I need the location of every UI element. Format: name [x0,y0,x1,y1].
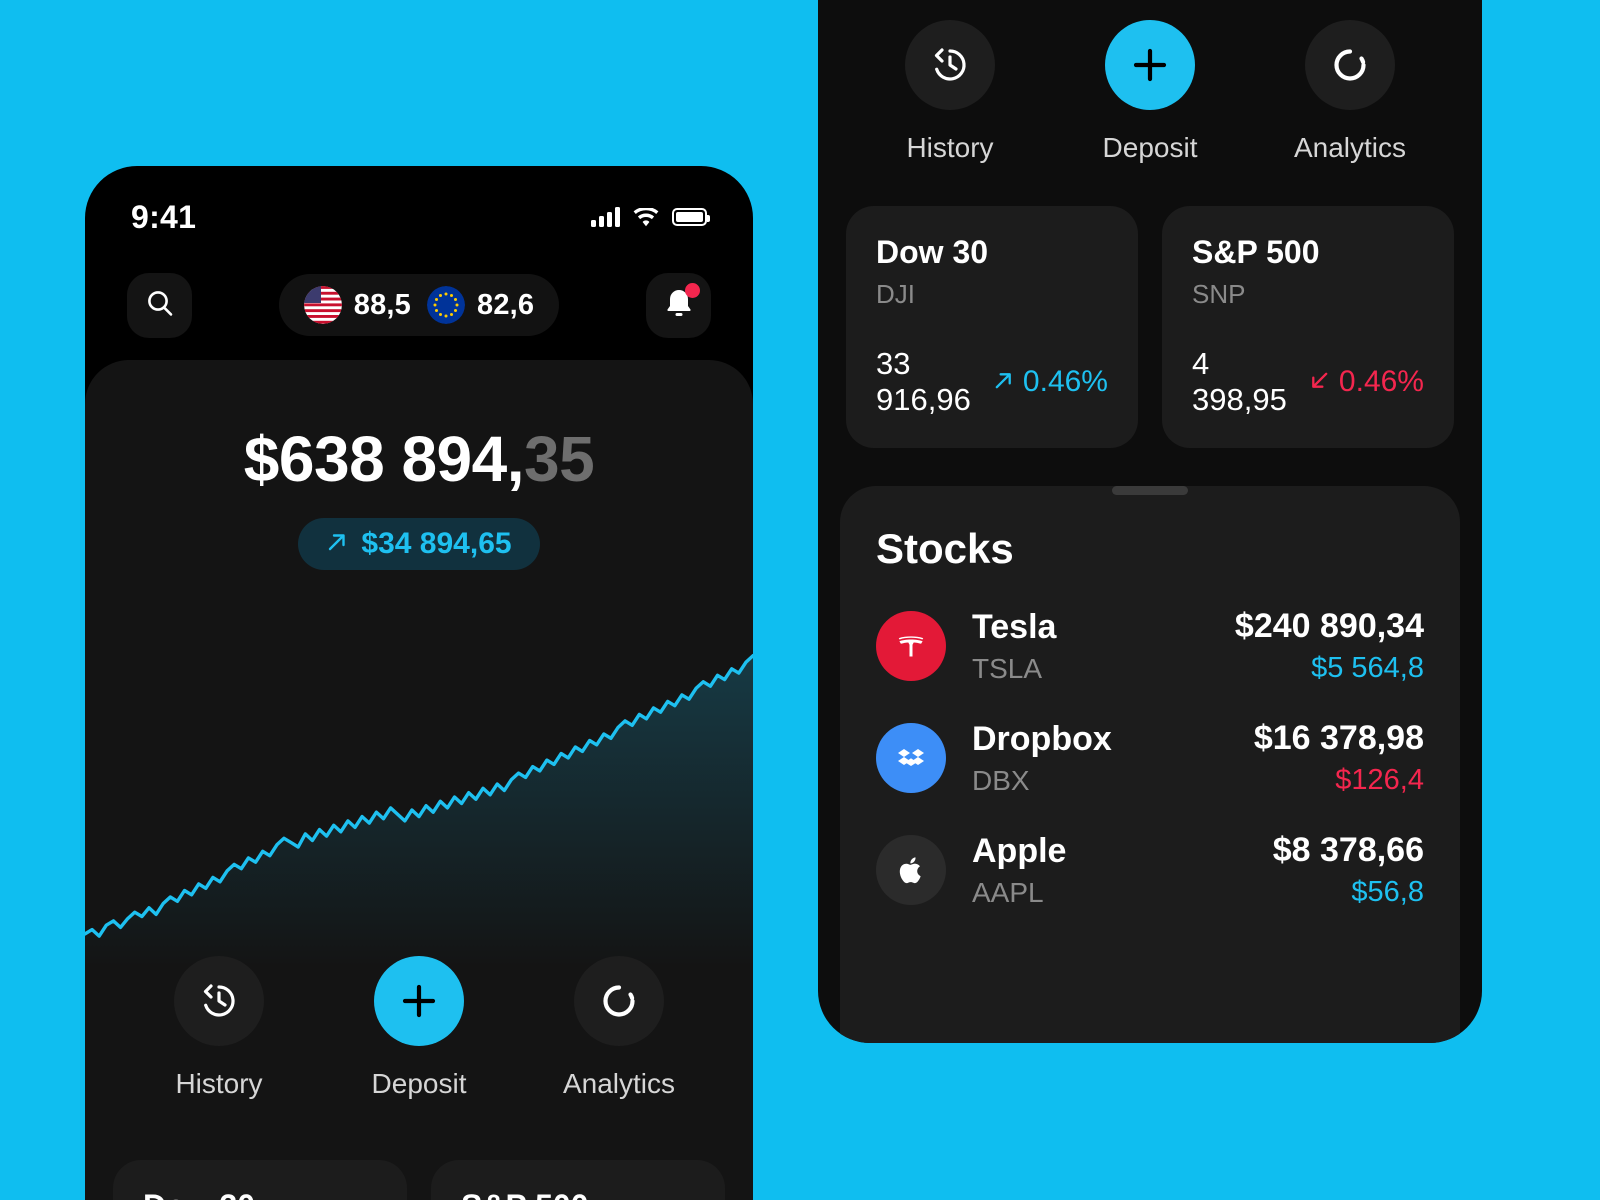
index-name: S&P 500 [1192,234,1320,270]
action-analytics[interactable]: Analytics [1284,20,1416,164]
action-deposit[interactable]: Deposit [1084,20,1216,164]
index-change-value: 0.46% [1338,365,1424,398]
stock-ticker: DBX [972,764,1030,796]
stocks-sheet: Stocks Tesla TSLA $240 890,34 $5 564,8 D… [840,486,1460,1043]
dropbox-logo-icon [876,723,946,793]
action-history[interactable]: History [153,956,285,1100]
index-card-sp500[interactable]: S&P 500 SNP 4 398,95 0.46% [431,1160,725,1200]
plus-icon [374,956,464,1046]
arrow-up-right-icon [326,527,348,561]
donut-chart-icon [1305,20,1395,110]
index-ticker: DJI [876,279,915,309]
stock-delta: $56,8 [1351,876,1424,908]
action-label: History [906,132,994,163]
history-clock-icon [905,20,995,110]
index-cards-right: Dow 30 DJI 33 916,96 0.46% S&P 500 SNP 4 [818,206,1482,448]
stock-ticker: AAPL [972,876,1044,908]
stock-delta: $126,4 [1335,764,1424,796]
index-value: 4 398,95 [1192,346,1287,417]
status-bar-time: 9:41 [131,198,197,235]
status-bar-icons [591,207,710,227]
action-history[interactable]: History [884,20,1016,164]
quick-actions: History Deposit Analytics [85,956,753,1100]
tesla-logo-icon [876,611,946,681]
action-label: History [175,1068,263,1099]
action-label: Deposit [371,1068,467,1099]
search-icon [145,288,175,323]
us-flag-icon [303,286,342,324]
list-item[interactable]: Dropbox DBX $16 378,98 $126,4 [876,719,1424,797]
list-item[interactable]: Tesla TSLA $240 890,34 $5 564,8 [876,607,1424,685]
phone-screen-right: History Deposit Analytics Dow 30 DJI 33 … [818,0,1482,1043]
index-name: S&P 500 [461,1188,695,1200]
rate-value: 88,5 [353,288,411,321]
apple-logo-icon [876,835,946,905]
rate-value: 82,6 [477,288,535,321]
history-clock-icon [174,956,264,1046]
notification-badge [685,282,700,298]
search-button[interactable] [127,272,192,338]
sheet-drag-handle[interactable] [1112,486,1188,495]
index-name: Dow 30 [143,1188,377,1200]
cellular-signal-icon [591,207,620,227]
index-value: 33 916,96 [876,346,971,417]
balance-cents: 35 [524,423,595,495]
index-change-value: 0.46% [1022,365,1108,398]
balance-chart [85,628,753,968]
stock-price: $240 890,34 [1234,607,1424,645]
stock-name: Tesla [972,607,1057,646]
stock-delta: $5 564,8 [1311,652,1424,684]
index-change: 0.46% [993,365,1108,399]
arrow-down-left-icon [1309,365,1330,399]
index-change: 0.46% [1309,365,1424,399]
balance-amount: $638 894,35 [85,422,753,496]
rate-item: 82,6 [427,286,534,324]
stock-price: $8 378,66 [1272,831,1424,869]
index-ticker: SNP [1192,279,1246,309]
list-item[interactable]: Apple AAPL $8 378,66 $56,8 [876,831,1424,909]
currency-rates-pill[interactable]: 88,5 82,6 [278,274,560,336]
balance-change-chip[interactable]: $34 894,65 [298,518,540,570]
wifi-icon [633,207,659,227]
index-card-sp500[interactable]: S&P 500 SNP 4 398,95 0.46% [1162,206,1454,448]
stock-price: $16 378,98 [1253,719,1424,757]
battery-icon [672,208,710,226]
stock-name: Apple [972,831,1067,870]
balance-whole: $638 894, [243,423,525,495]
sheet-title: Stocks [876,525,1014,572]
arrow-up-right-icon [993,365,1014,399]
index-card-dow30[interactable]: Dow 30 DJI 33 916,96 0.46% [113,1160,407,1200]
plus-icon [1105,20,1195,110]
app-header: 88,5 82,6 [85,262,753,348]
stock-ticker: TSLA [972,652,1043,684]
action-label: Deposit [1102,132,1198,163]
quick-actions-right: History Deposit Analytics [818,0,1482,164]
notifications-button[interactable] [646,272,711,338]
index-card-dow30[interactable]: Dow 30 DJI 33 916,96 0.46% [846,206,1138,448]
index-cards: Dow 30 DJI 33 916,96 0.46% S&P 500 [113,1160,725,1200]
balance-change-value: $34 894,65 [361,527,512,560]
action-deposit[interactable]: Deposit [353,956,485,1100]
action-analytics[interactable]: Analytics [553,956,685,1100]
rate-item: 88,5 [303,286,411,324]
balance-card: $638 894,35 $34 894,65 History Deposit A… [85,360,753,1200]
phone-screen-left: 9:41 88,5 82,6 $638 894,35 $34 894,65 Hi… [85,166,753,1200]
action-label: Analytics [562,1068,676,1099]
action-label: Analytics [1293,132,1407,163]
donut-chart-icon [574,956,664,1046]
status-bar: 9:41 [85,166,753,252]
index-name: Dow 30 [876,234,989,270]
eu-flag-icon [427,286,465,324]
stock-name: Dropbox [972,719,1112,758]
app-mockup-stage: 9:41 88,5 82,6 $638 894,35 $34 894,65 Hi… [0,0,1600,1200]
